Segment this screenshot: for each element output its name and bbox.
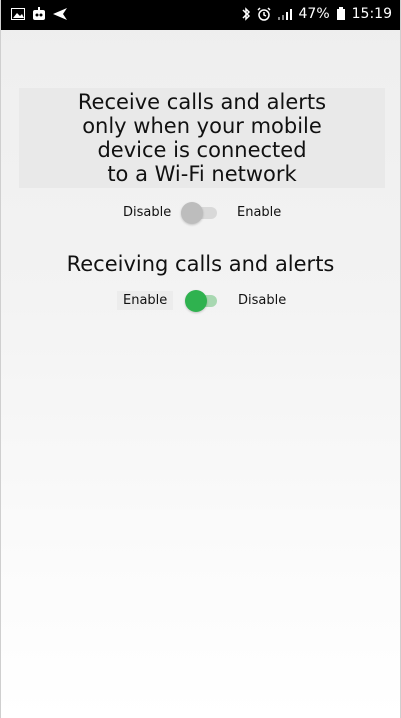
receiving-calls-toggle[interactable] xyxy=(181,290,221,312)
receiving-calls-toggle-row: Enable Disable xyxy=(1,286,400,316)
toggle-knob xyxy=(185,290,207,312)
wifi-only-description: Receive calls and alerts only when your … xyxy=(19,88,385,188)
wifi-only-toggle[interactable] xyxy=(181,202,221,224)
wifi-only-title-line-3: device is connected xyxy=(97,138,307,162)
toggle-knob xyxy=(181,202,203,224)
wifi-only-toggle-row: Disable Enable xyxy=(1,198,400,228)
wifi-only-disable-label: Disable xyxy=(123,205,172,220)
battery-icon xyxy=(336,6,346,22)
alarm-icon xyxy=(256,6,271,22)
battery-percentage: 47% xyxy=(298,6,330,22)
receiving-calls-title: Receiving calls and alerts xyxy=(66,252,335,276)
image-icon xyxy=(11,6,25,22)
wifi-only-enable-label: Enable xyxy=(237,205,282,220)
robot-icon xyxy=(31,6,47,22)
receiving-calls-disable-label: Disable xyxy=(238,293,287,308)
receiving-calls-enable-label: Enable xyxy=(117,291,174,310)
wifi-only-title-line-4: to a Wi-Fi network xyxy=(107,162,297,186)
signal-icon xyxy=(277,6,293,22)
status-time: 15:19 xyxy=(351,6,392,22)
app-screen: 47% 15:19 Receive calls and alerts only … xyxy=(0,0,401,718)
bluetooth-icon xyxy=(241,6,251,22)
status-right-icons: 47% 15:19 xyxy=(241,6,392,22)
wifi-only-title-line-2: only when your mobile xyxy=(82,114,322,138)
send-icon xyxy=(53,6,67,22)
status-left-icons xyxy=(11,6,67,22)
status-bar: 47% 15:19 xyxy=(1,0,400,30)
wifi-only-title-line-1: Receive calls and alerts xyxy=(77,90,327,114)
